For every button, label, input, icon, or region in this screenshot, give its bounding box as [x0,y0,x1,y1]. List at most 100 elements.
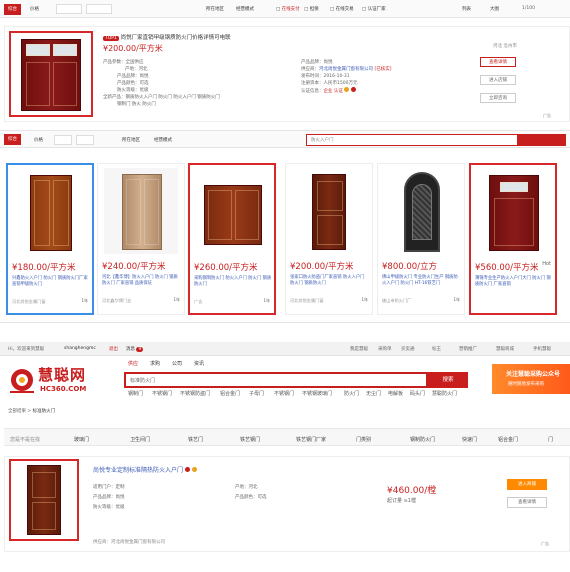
product-row-specs: 适用门户：定制 产品品牌：尚悦 防火等级：优级 [93,485,125,510]
suggestion-8[interactable]: 快速门 [462,436,477,443]
product-image-frame[interactable] [9,459,79,541]
featured-specs-right: 产品品牌：尚悦 供应商：河北尚悦金属门窗有限公司 [已核实] 发布时间：2016… [301,60,392,94]
view-details-button[interactable]: 查看详情 [480,57,516,67]
product-title[interactable]: 采购钢制防火门 防火入户门 防火门 钢质防火门 [194,276,272,288]
sort-price[interactable]: 价格 [30,6,39,12]
suggestion-2[interactable]: 卫生间门 [130,436,150,443]
hot-word-2[interactable]: 不锈钢门 [152,390,172,397]
sort-price-2[interactable]: 价格 [34,137,43,143]
suggestion-4[interactable]: 铁艺钢门 [240,436,260,443]
consult-button[interactable]: 立即咨询 [480,93,516,103]
check-guarantee[interactable]: □ 担保 [304,6,319,12]
top-link-2[interactable]: 采购单 [378,346,392,352]
tab-comprehensive-2[interactable]: 综合 [4,134,21,145]
product-badge: 1年 [453,297,460,302]
top-link-5[interactable]: 营销推广 [459,346,477,352]
list-toggle[interactable]: 列表 [462,6,471,12]
price-range-input[interactable] [56,4,82,14]
hot-word-3[interactable]: 不锈钢防盗门 [180,390,210,397]
suggestion-6[interactable]: 门类别 [356,436,371,443]
suggestion-1[interactable]: 玻璃门 [74,436,89,443]
product-title[interactable]: 薄锦专业生产防火入户门大门 防火门 钢质防火门 厂家直销 [475,276,553,288]
top-link-7[interactable]: 手机慧聪 [533,346,551,352]
suggestion-5[interactable]: 铁艺钢门厂家 [296,436,326,443]
product-row-supplier[interactable]: 供应商：河北尚悦金属门窗有限公司 [93,539,165,545]
search-tab-news[interactable]: 资讯 [194,360,204,367]
username-link[interactable]: shanghengmc [64,346,96,351]
check-online-pay[interactable]: □ 在线支付 [276,6,300,12]
messages-link[interactable]: 消息 9 [126,346,144,352]
price-range-input-2[interactable] [86,4,112,14]
product-image [477,169,551,255]
product-company[interactable]: 河北尚悦金属门窗 [290,298,324,304]
hot-word-12[interactable]: 慧聪防火门 [432,390,457,397]
hot-word-1[interactable]: 钢制门 [128,390,143,397]
product-company[interactable]: 河北尚悦金属门窗 [12,299,46,305]
mode-select[interactable]: 经营模式 [236,6,254,12]
product-title[interactable]: 兴鑫防火入户门 防火门 钢质防火门厂家直销甲级防火门 [12,276,90,288]
product-card[interactable]: ¥800.00/立方 佛山甲级防火门 专业防火门生产 钢质防火入户门 防火门 H… [377,163,465,315]
product-title[interactable]: 河北【鑫华博】防火入户门 防火门 钢质防火门 厂家直销 品质保证 [102,275,180,287]
hot-word-6[interactable]: 不锈钢门 [274,390,294,397]
suggestion-3[interactable]: 铁艺门 [188,436,203,443]
hot-word-9[interactable]: 无尘门 [366,390,381,397]
featured-title[interactable]: 尚悦厂家直销甲级钢质防火门价格详情可电联 [121,35,231,41]
top-filter-bar: 综合 价格 所在地区 经营模式 □ 在线支付 □ 担保 □ 在线交易 □ 认证厂… [0,0,570,18]
main-search-input[interactable]: 标准防火门 [124,372,428,388]
hot-word-10[interactable]: 电解板 [388,390,403,397]
hot-word-4[interactable]: 铝合金门 [220,390,240,397]
price-range-input-4[interactable] [76,135,94,145]
product-title[interactable]: 张家口防火防盗门厂家直销 防火入户门 防火门 钢质防火门 [290,275,368,287]
region-select[interactable]: 所在地区 [206,6,224,12]
hot-word-5[interactable]: 子母门 [249,390,264,397]
enter-store-button[interactable]: 进入店铺 [480,75,516,85]
product-card[interactable]: ¥240.00/平方米 河北【鑫华博】防火入户门 防火门 钢质防火门 厂家直销 … [97,163,185,315]
search-tab-company[interactable]: 公司 [172,360,182,367]
logout-link[interactable]: 退出 [109,346,118,352]
search-tab-supply[interactable]: 供应 [128,360,138,367]
suggestion-7[interactable]: 钢制防火门 [410,436,435,443]
product-badge: 1年 [361,297,368,302]
suggestion-9[interactable]: 铝合金门 [498,436,518,443]
product-company[interactable]: 佛山市防火门厂 [382,298,411,304]
product-title[interactable]: 佛山甲级防火门 专业防火门生产 钢质防火入户门 防火门 HT-16铁艺门 [382,275,460,287]
top-link-4[interactable]: 标王 [432,346,441,352]
hot-word-8[interactable]: 防火门 [344,390,359,397]
check-online-trade[interactable]: □ 在线交易 [330,6,354,12]
suggestion-label: 您是不是在找 [10,437,41,443]
site-top-bar: Hi，欢迎来到慧聪 shanghengmc 退出 消息 9 我是慧聪 采购单 买… [0,342,570,356]
product-image [292,168,366,254]
top-link-6[interactable]: 慧聪商城 [496,346,514,352]
search-tab-buy[interactable]: 求购 [150,360,160,367]
search-within-button[interactable] [518,134,566,146]
product-details-button[interactable]: 查看详情 [507,497,547,508]
region-select-2[interactable]: 所在地区 [122,137,140,143]
product-company[interactable]: 广告 [194,299,202,305]
search-within-input[interactable]: 防火入户门 [306,134,518,146]
hot-word-11[interactable]: 码头门 [410,390,425,397]
product-card[interactable]: ¥200.00/平方米 张家口防火防盗门厂家直销 防火入户门 防火门 钢质防火门… [285,163,373,315]
main-search-button[interactable]: 搜索 [428,372,468,388]
site-logo[interactable]: 慧聪网 HC360.COM [8,364,104,400]
featured-image-frame[interactable] [9,31,93,117]
tab-comprehensive[interactable]: 综合 [4,4,21,15]
product-company[interactable]: 河北鑫华博门业 [102,298,131,304]
wechat-ad-banner[interactable]: 关注慧聪采购公众号 随时随地发布采购 [492,364,570,394]
grid-toggle[interactable]: 大图 [490,6,499,12]
top-link-1[interactable]: 我是慧聪 [350,346,368,352]
suggestion-10[interactable]: 门 [548,436,553,443]
product-row-price: ¥460.00/樘 [387,486,437,496]
mode-select-2[interactable]: 经营模式 [154,137,172,143]
product-row-title[interactable]: 尚悦专业定制标准隔热防火入户门 [93,465,197,474]
check-certified[interactable]: □ 认证厂家 [362,6,386,12]
product-row-specs-right: 产地：河北 产品颜色：可选 [235,485,267,500]
top-link-3[interactable]: 买卖通 [401,346,415,352]
breadcrumb-all[interactable]: 全部结果 [8,409,26,414]
product-card[interactable]: ¥180.00/平方米 兴鑫防火入户门 防火门 钢质防火门厂家直销甲级防火门 河… [6,163,94,315]
hot-word-7[interactable]: 不锈钢玻璃门 [302,390,332,397]
price-range-input-3[interactable] [54,135,72,145]
enter-shop-button[interactable]: 进入商铺 [507,479,547,490]
product-card[interactable]: ¥260.00/平方米 采购钢制防火门 防火入户门 防火门 钢质防火门 广告 1… [188,163,276,315]
product-row-ad-label: 广告 [541,541,549,546]
product-card[interactable]: ¥560.00/平方米 薄锦专业生产防火入户门大门 防火门 钢质防火门 厂家直销… [469,163,557,315]
